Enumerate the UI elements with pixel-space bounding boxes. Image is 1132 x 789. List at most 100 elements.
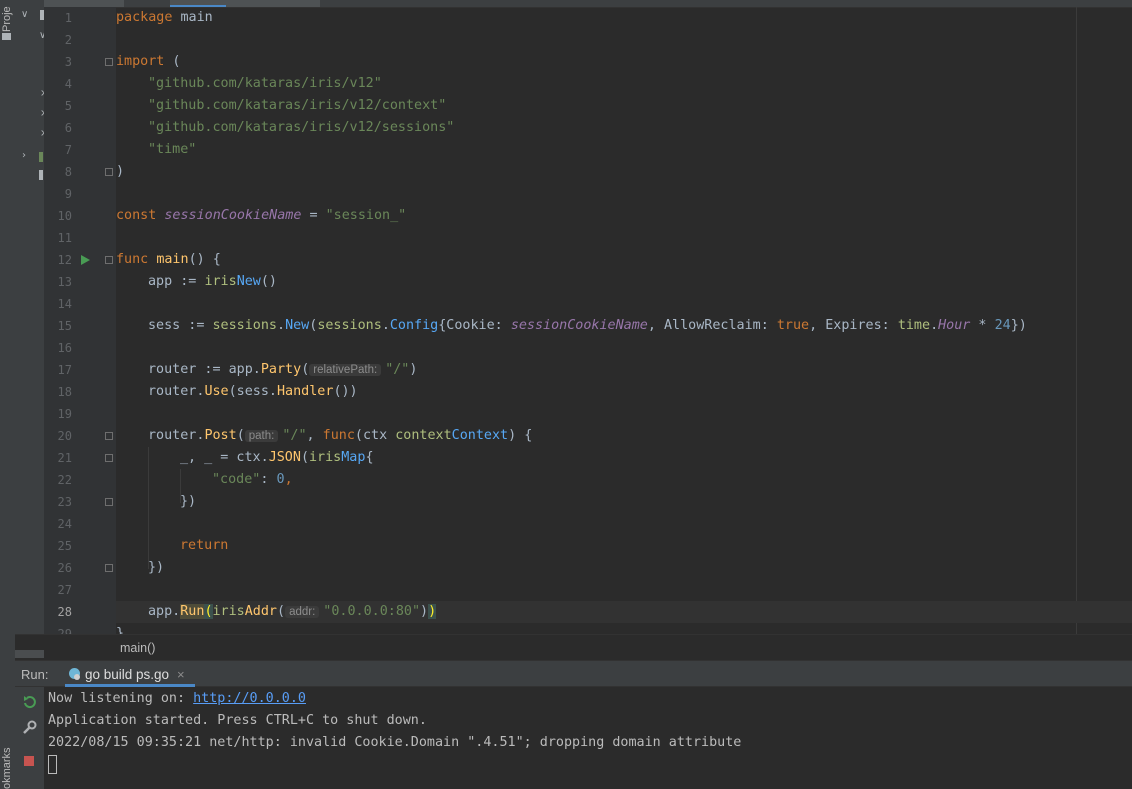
chevron-right-icon[interactable]: › bbox=[22, 150, 26, 161]
run-gutter-icon[interactable] bbox=[81, 255, 90, 265]
code-token: true bbox=[776, 318, 810, 333]
run-toolbar bbox=[15, 687, 44, 789]
code-token: (ctx bbox=[354, 428, 396, 443]
chevron-down-icon[interactable]: ∨ bbox=[21, 9, 28, 20]
code-line-22: "code": 0, bbox=[212, 469, 293, 491]
code-token: ( bbox=[277, 604, 286, 619]
code-line-4: "github.com/kataras/iris/v12" bbox=[148, 76, 382, 91]
code-token: ( bbox=[300, 450, 309, 465]
editor-tab[interactable] bbox=[256, 0, 320, 7]
code-line-17: router := app.Party(relativePath: "/") bbox=[148, 359, 417, 381]
code-line-25: return bbox=[180, 538, 229, 553]
code-token: , bbox=[306, 428, 323, 443]
console-text: Now listening on: bbox=[48, 691, 194, 706]
line-number: 8 bbox=[64, 165, 72, 179]
code-token: Handler bbox=[277, 384, 334, 399]
code-line-3: import ( bbox=[116, 51, 181, 73]
stop-icon[interactable] bbox=[24, 756, 34, 766]
console-link[interactable]: http://0.0.0.0 bbox=[193, 691, 306, 706]
code-editor[interactable]: package main import ( "github.com/katara… bbox=[116, 7, 1132, 634]
code-token: router. bbox=[148, 428, 205, 443]
code-token: New bbox=[285, 318, 310, 333]
code-line-12: func main() { bbox=[116, 249, 221, 271]
line-number: 2 bbox=[64, 33, 72, 47]
code-token: iris bbox=[204, 274, 237, 289]
code-token: Party bbox=[260, 362, 302, 377]
close-icon[interactable]: × bbox=[177, 667, 185, 682]
code-token: Context bbox=[451, 428, 509, 443]
right-margin-guide bbox=[1076, 7, 1077, 634]
code-token: * bbox=[970, 318, 995, 333]
editor-gutter: 1 2 3 4 5 6 7 8 9 10 11 12 13 14 15 16 1… bbox=[44, 7, 116, 634]
parameter-hint: relativePath: bbox=[309, 364, 382, 376]
bookmarks-tool-button[interactable]: okmarks bbox=[1, 747, 13, 789]
editor-tab[interactable] bbox=[44, 0, 124, 7]
line-number: 17 bbox=[57, 363, 72, 377]
horizontal-scrollbar[interactable] bbox=[15, 650, 44, 658]
parameter-hint: addr: bbox=[285, 606, 320, 618]
code-token: iris bbox=[212, 604, 245, 619]
code-line-8: ) bbox=[116, 164, 125, 179]
code-line-28: app.Run(irisAddr(addr: "0.0.0.0:80")) bbox=[148, 601, 437, 623]
code-token: "0.0.0.0:80" bbox=[323, 604, 421, 619]
line-number: 14 bbox=[57, 297, 72, 311]
code-token: sessions bbox=[212, 318, 278, 333]
code-token: ()) bbox=[333, 384, 358, 399]
line-number: 23 bbox=[57, 495, 72, 509]
project-tool-button[interactable]: Proje bbox=[1, 6, 13, 32]
fold-marker-icon[interactable] bbox=[105, 256, 113, 264]
code-token: Map bbox=[341, 450, 366, 465]
code-token: }) bbox=[1010, 318, 1027, 333]
line-number: 18 bbox=[57, 385, 72, 399]
matched-bracket: ( bbox=[204, 604, 213, 619]
rerun-icon[interactable] bbox=[22, 695, 37, 710]
breadcrumb[interactable]: main() bbox=[120, 641, 155, 655]
code-token: ) bbox=[420, 604, 429, 619]
line-number: 19 bbox=[57, 407, 72, 421]
code-token: : bbox=[260, 472, 277, 487]
code-token: , bbox=[284, 472, 293, 487]
console-cursor bbox=[48, 755, 57, 774]
code-token: func bbox=[116, 252, 149, 267]
fold-marker-icon[interactable] bbox=[105, 168, 113, 176]
code-token: {Cookie: bbox=[438, 318, 511, 333]
code-line-5: "github.com/kataras/iris/v12/context" bbox=[148, 98, 447, 113]
code-token: sessions bbox=[317, 318, 382, 333]
code-token: ( bbox=[164, 54, 181, 69]
line-number: 21 bbox=[57, 451, 72, 465]
line-number: 13 bbox=[57, 275, 72, 289]
fold-marker-icon[interactable] bbox=[105, 498, 113, 506]
fold-marker-icon[interactable] bbox=[105, 432, 113, 440]
console-output[interactable]: Now listening on: http://0.0.0.0 Applica… bbox=[44, 687, 1132, 789]
code-token: const bbox=[116, 208, 157, 223]
run-tab-label: go build ps.go bbox=[85, 667, 170, 682]
code-token: app := bbox=[148, 274, 205, 289]
code-token: . bbox=[930, 318, 939, 333]
line-number: 6 bbox=[64, 121, 72, 135]
code-token: import bbox=[116, 54, 165, 69]
fold-marker-icon[interactable] bbox=[105, 454, 113, 462]
indent-guide bbox=[148, 447, 149, 569]
run-config-tab[interactable]: go build ps.go × bbox=[65, 661, 195, 687]
go-file-icon bbox=[69, 668, 80, 680]
code-line-26: }) bbox=[148, 560, 165, 575]
line-number: 25 bbox=[57, 539, 72, 553]
fold-marker-icon[interactable] bbox=[105, 58, 113, 66]
fold-marker-icon[interactable] bbox=[105, 564, 113, 572]
code-line-6: "github.com/kataras/iris/v12/sessions" bbox=[148, 120, 455, 135]
code-line-1: package main bbox=[116, 7, 213, 29]
code-token: 24 bbox=[994, 318, 1011, 333]
line-number: 9 bbox=[64, 187, 72, 201]
code-token: () { bbox=[188, 252, 221, 267]
scratch-icon bbox=[39, 170, 43, 180]
line-number: 29 bbox=[57, 627, 72, 634]
wrench-icon[interactable] bbox=[22, 720, 37, 735]
code-token: , AllowReclaim: bbox=[647, 318, 777, 333]
code-token: main bbox=[156, 252, 189, 267]
line-number: 1 bbox=[64, 11, 72, 25]
folder-icon bbox=[2, 33, 11, 40]
code-token: sessionCookieName bbox=[510, 318, 648, 333]
line-number: 3 bbox=[64, 55, 72, 69]
library-icon bbox=[39, 152, 43, 162]
code-token: Hour bbox=[938, 318, 971, 333]
